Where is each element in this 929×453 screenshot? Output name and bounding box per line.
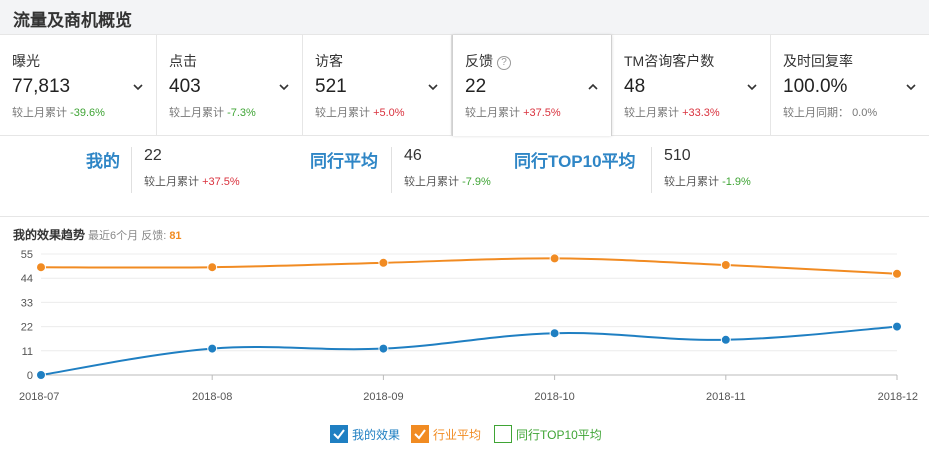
comparison-row: 我的 22 较上月累计 +37.5% 同行平均 46 较上月累计 -7.9% 同… [0, 137, 929, 217]
chevron-down-icon[interactable] [427, 81, 439, 93]
trend-chart: 0 11 22 33 44 55 2018-07 2018-08 2018-09 2018-10 2… [19, 249, 918, 403]
legend-item-top10[interactable]: 同行TOP10平均 [494, 424, 602, 444]
y-tick-label: 22 [21, 322, 33, 334]
metric-value: 100.0% [783, 76, 848, 97]
chart-legend: 我的效果 行业平均 同行TOP10平均 [0, 424, 929, 446]
x-tick-label: 2018-10 [534, 391, 574, 403]
mine-block: 22 较上月累计 +37.5% [131, 147, 240, 193]
checkbox-checked-icon[interactable] [411, 425, 429, 443]
series-point-1 [549, 253, 560, 264]
series-point-1 [892, 268, 902, 279]
y-tick-label: 55 [21, 249, 33, 261]
metric-card-exposure[interactable]: 曝光 77,813 较上月累计 -39.6% [0, 35, 157, 136]
metric-label: 及时回复率 [783, 53, 853, 69]
y-tick-label: 44 [21, 273, 33, 285]
top10-block: 510 较上月累计 -1.9% [651, 147, 751, 193]
legend-item-mine[interactable]: 我的效果 [330, 424, 400, 444]
x-tick-label: 2018-11 [706, 391, 746, 403]
x-tick-label: 2018-08 [192, 391, 232, 403]
series-point-0 [36, 370, 46, 380]
industry-value: 46 [404, 147, 422, 164]
legend-label: 我的效果 [352, 427, 401, 442]
x-tick-label: 2018-09 [363, 391, 403, 403]
metric-compare: 较上月累计 -7.3% [169, 107, 256, 119]
metric-label: 点击 [169, 53, 197, 69]
industry-compare: 较上月累计 -7.9% [404, 176, 491, 188]
page-title: 流量及商机概览 [13, 11, 132, 30]
checkbox-checked-icon[interactable] [330, 425, 348, 443]
series-point-1 [378, 257, 389, 268]
chevron-up-icon[interactable] [587, 81, 599, 93]
metric-label: 访客 [315, 53, 343, 69]
series-point-0 [892, 321, 902, 332]
metric-card-feedback[interactable]: 反馈? 22 较上月累计 +37.5% [452, 35, 612, 136]
series-point-0 [207, 343, 218, 354]
metric-compare: 较上月累计 +5.0% [315, 107, 405, 119]
industry-label: 同行平均 [310, 152, 378, 171]
series-point-1 [720, 260, 731, 270]
metric-compare: 较上月同期： 0.0% [783, 107, 878, 119]
metric-card-reply-rate[interactable]: 及时回复率 100.0% 较上月同期： 0.0% [771, 35, 929, 136]
metric-compare: 较上月累计 +33.3% [624, 107, 720, 119]
y-tick-label: 33 [21, 297, 33, 309]
chevron-down-icon[interactable] [132, 81, 144, 93]
metric-card-visitors[interactable]: 访客 521 较上月累计 +5.0% [303, 35, 452, 136]
series-line-1 [40, 257, 898, 275]
series-point-0 [720, 334, 731, 345]
y-tick-label: 11 [22, 346, 33, 358]
metric-value: 403 [169, 76, 201, 97]
series-point-1 [207, 262, 218, 273]
chevron-down-icon[interactable] [278, 81, 290, 93]
industry-block: 46 较上月累计 -7.9% [391, 147, 491, 193]
x-tick-label: 2018-07 [19, 391, 59, 403]
legend-item-industry[interactable]: 行业平均 [411, 424, 481, 444]
series-point-0 [378, 343, 389, 354]
x-tick-label: 2018-12 [878, 391, 918, 403]
checkbox-unchecked-icon[interactable] [494, 425, 512, 443]
metrics-row: 曝光 77,813 较上月累计 -39.6% 点击 403 较上月累计 -7.3… [0, 34, 929, 136]
metric-compare: 较上月累计 +37.5% [465, 107, 561, 119]
metric-compare: 较上月累计 -39.6% [12, 107, 105, 119]
mine-compare: 较上月累计 +37.5% [144, 176, 240, 188]
legend-label: 行业平均 [433, 427, 482, 442]
chevron-down-icon[interactable] [746, 81, 758, 93]
series-point-1 [36, 262, 46, 273]
metric-value: 521 [315, 76, 347, 97]
legend-label: 同行TOP10平均 [516, 427, 602, 442]
series-point-0 [549, 328, 560, 339]
mine-value: 22 [144, 147, 162, 164]
metric-card-clicks[interactable]: 点击 403 较上月累计 -7.3% [157, 35, 303, 136]
help-icon[interactable]: ? [497, 56, 511, 70]
top10-compare: 较上月累计 -1.9% [664, 176, 751, 188]
metric-label: TM咨询客户数 [624, 53, 715, 69]
metric-label: 曝光 [12, 53, 40, 69]
mine-label: 我的 [86, 152, 120, 171]
header-bar: 流量及商机概览 [0, 0, 929, 34]
chevron-down-icon[interactable] [905, 81, 917, 93]
metric-card-tm-consult[interactable]: TM咨询客户数 48 较上月累计 +33.3% [612, 35, 771, 136]
metric-value: 48 [624, 76, 646, 97]
metric-value: 77,813 [12, 76, 71, 97]
y-tick-label: 0 [27, 370, 33, 382]
top10-label: 同行TOP10平均 [514, 152, 636, 171]
metric-label: 反馈? [465, 51, 511, 71]
top10-value: 510 [664, 147, 691, 164]
metric-value: 22 [465, 76, 487, 97]
